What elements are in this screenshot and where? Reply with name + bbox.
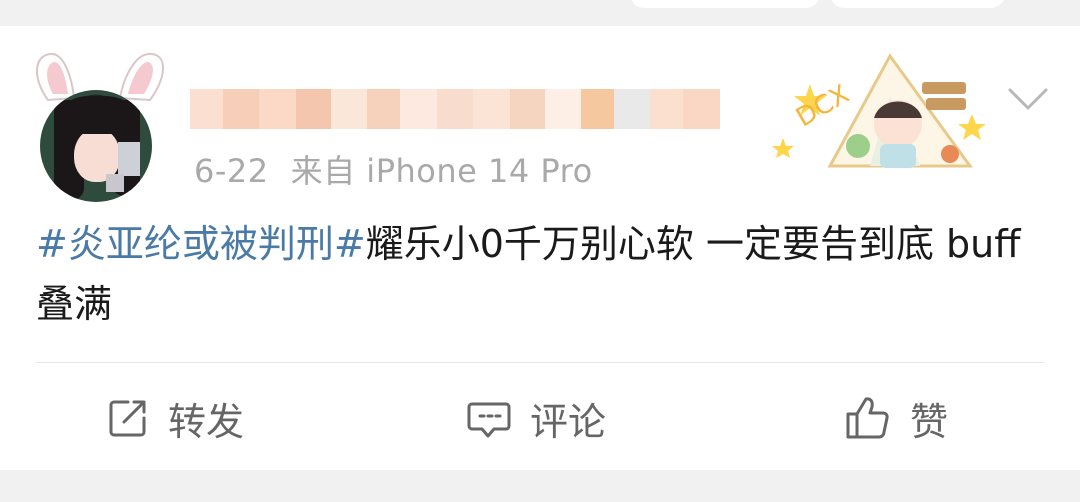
top-bar — [0, 0, 1080, 26]
camping-sticker-icon: DCX — [772, 53, 986, 168]
like-label: 赞 — [910, 399, 949, 444]
thumbs-up-icon — [846, 397, 889, 439]
comment-bubble-icon — [467, 402, 511, 438]
like-button[interactable]: 赞 — [844, 390, 948, 446]
hashtag-link[interactable]: #炎亚纶或被判刑# — [36, 222, 366, 266]
edit-square-icon — [109, 400, 146, 437]
comment-label: 评论 — [530, 399, 607, 444]
post-source: 来自 iPhone 14 Pro — [290, 152, 593, 190]
avatar — [40, 90, 152, 202]
username-blurred[interactable] — [190, 74, 720, 144]
svg-text:DCX: DCX — [791, 79, 854, 133]
bottom-separator — [0, 470, 1080, 502]
repost-label: 转发 — [168, 399, 245, 444]
top-pill — [630, 0, 820, 8]
chevron-down-icon[interactable] — [1006, 84, 1050, 114]
top-pill — [830, 0, 1005, 8]
post-date: 6-22 — [194, 152, 269, 190]
post-card: 6-22 来自 iPhone 14 Pro DCX #炎亚纶或被判刑#耀乐小0千万… — [0, 26, 1080, 470]
divider — [36, 362, 1044, 363]
repost-button[interactable]: 转发 — [106, 390, 244, 446]
post-content: #炎亚纶或被判刑#耀乐小0千万别心软 一定要告到底 buff叠满 — [36, 214, 1046, 334]
avatar-with-ears[interactable] — [28, 48, 178, 202]
post-meta: 6-22 来自 iPhone 14 Pro — [194, 146, 593, 192]
comment-button[interactable]: 评论 — [466, 390, 606, 446]
